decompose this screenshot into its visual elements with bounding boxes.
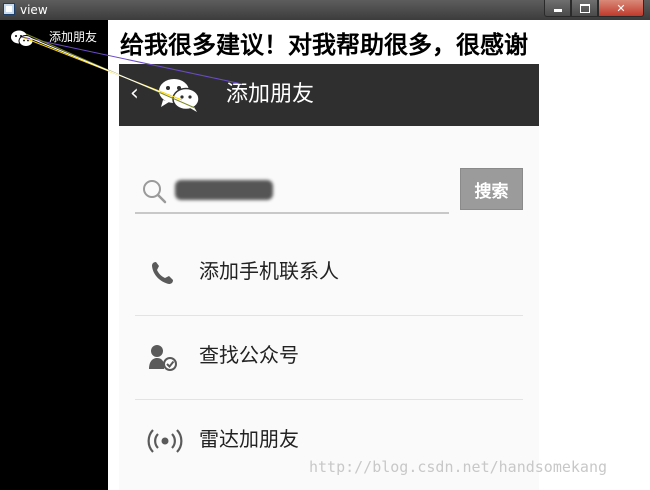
wechat-icon — [11, 30, 34, 47]
back-chevron-icon[interactable]: ‹ — [130, 81, 139, 107]
phone-screenshot: ‹ 添加朋友 redacted 搜索 添加手机联系人 — [119, 64, 539, 490]
radar-icon — [147, 429, 183, 453]
menu-item-label: 添加手机联系人 — [199, 259, 339, 283]
sidebar-item-add-friend[interactable]: 添加朋友 — [0, 28, 108, 48]
close-button[interactable]: ✕ — [598, 0, 644, 17]
sidebar: 添加朋友 — [0, 20, 108, 490]
phone-content: redacted 搜索 添加手机联系人 查找公众号 — [119, 126, 539, 490]
minimize-icon — [553, 9, 562, 12]
window-title: view — [20, 3, 48, 17]
sidebar-item-label: 添加朋友 — [49, 30, 98, 44]
search-value-redacted: redacted — [175, 180, 273, 200]
menu-item-label: 查找公众号 — [199, 343, 299, 367]
menu-item-add-phone-contacts[interactable]: 添加手机联系人 — [135, 232, 523, 316]
phone-icon — [152, 262, 173, 284]
search-icon — [143, 180, 167, 204]
window-title-bar: view ✕ — [0, 0, 650, 20]
window-controls: ✕ — [544, 0, 644, 17]
menu-item-label: 雷达加朋友 — [199, 427, 299, 451]
wechat-logo-icon — [159, 79, 200, 112]
minimize-button[interactable] — [544, 0, 571, 17]
watermark: http://blog.csdn.net/handsomekang — [309, 458, 608, 476]
menu-item-find-official-account[interactable]: 查找公众号 — [135, 316, 523, 400]
overlay-text-clipped — [120, 20, 640, 28]
maximize-icon — [579, 3, 590, 13]
official-account-icon — [149, 345, 177, 371]
maximize-button[interactable] — [571, 0, 598, 17]
search-button[interactable]: 搜索 — [460, 168, 523, 210]
overlay-text: 给我很多建议！对我帮助很多，很感谢 — [120, 30, 528, 59]
app-icon — [3, 3, 15, 15]
page-title: 添加朋友 — [226, 82, 315, 107]
search-box[interactable]: redacted — [135, 168, 449, 214]
phone-header: ‹ 添加朋友 — [119, 64, 539, 126]
close-icon: ✕ — [616, 1, 626, 15]
